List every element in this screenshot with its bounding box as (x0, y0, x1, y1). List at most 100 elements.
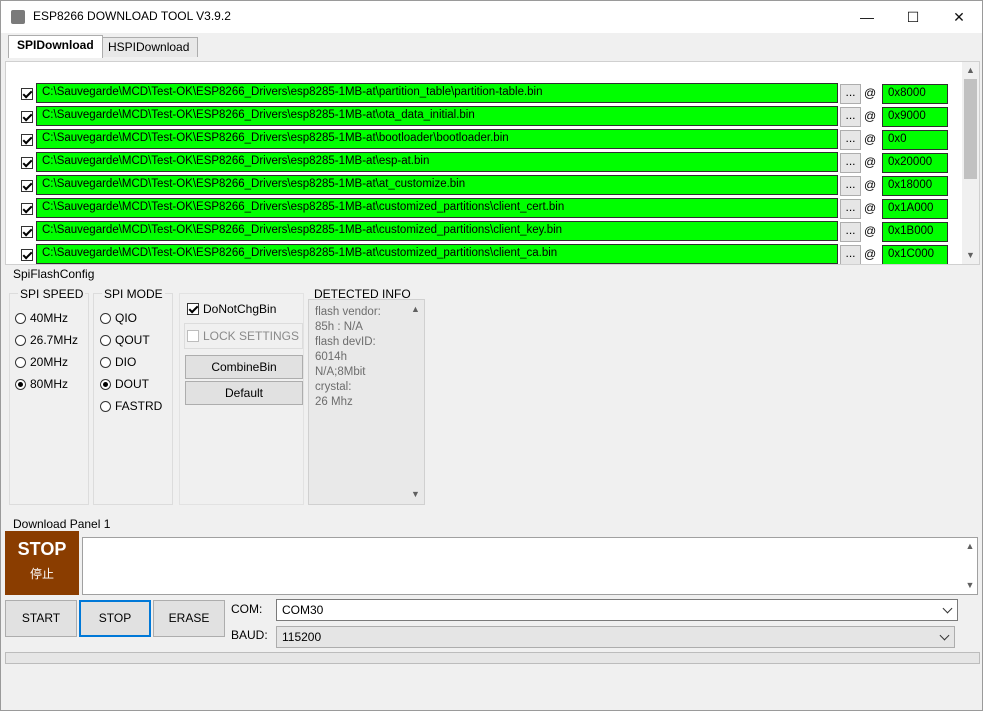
file-checkbox[interactable] (21, 249, 33, 261)
file-checkbox[interactable] (21, 157, 33, 169)
mode-dout-radio[interactable]: DOUT (100, 377, 149, 391)
mode-qout-radio[interactable]: QOUT (100, 333, 150, 347)
mode-dio-radio[interactable]: DIO (100, 355, 136, 369)
speed-20mhz-radio[interactable]: 20MHz (15, 355, 68, 369)
file-path-input[interactable]: C:\Sauvegarde\MCD\Test-OK\ESP8266_Driver… (36, 152, 838, 172)
address-input[interactable]: 0x8000 (882, 84, 948, 104)
at-label: @ (864, 247, 877, 261)
status-sub-text: 停止 (29, 567, 54, 581)
file-list-scrollbar[interactable]: ▲ ▼ (962, 62, 979, 264)
baud-value: 115200 (282, 630, 322, 644)
file-list-panel: C:\Sauvegarde\MCD\Test-OK\ESP8266_Driver… (5, 61, 980, 265)
spi-mode-title: SPI MODE (102, 287, 165, 301)
browse-button[interactable]: ... (840, 130, 861, 150)
address-input[interactable]: 0x1B000 (882, 222, 948, 242)
browse-button[interactable]: ... (840, 199, 861, 219)
start-button[interactable]: START (5, 600, 77, 637)
file-checkbox[interactable] (21, 226, 33, 238)
spiflashconfig-label: SpiFlashConfig (13, 267, 95, 281)
address-input[interactable]: 0x20000 (882, 153, 948, 173)
stop-button[interactable]: STOP (79, 600, 151, 637)
browse-button[interactable]: ... (840, 222, 861, 242)
detected-line: 6014h (315, 351, 347, 363)
donotchgbin-checkbox[interactable]: DoNotChgBin (187, 302, 276, 316)
chevron-down-icon (939, 630, 950, 641)
maximize-icon: ☐ (906, 8, 920, 25)
file-row: C:\Sauvegarde\MCD\Test-OK\ESP8266_Driver… (6, 220, 966, 243)
detected-line: 26 Mhz (315, 396, 353, 408)
at-label: @ (864, 224, 877, 238)
browse-button[interactable]: ... (840, 153, 861, 173)
file-path-input[interactable]: C:\Sauvegarde\MCD\Test-OK\ESP8266_Driver… (36, 244, 838, 264)
progress-bar (5, 652, 980, 664)
file-row: C:\Sauvegarde\MCD\Test-OK\ESP8266_Driver… (6, 151, 966, 174)
log-output[interactable]: ▲ ▼ (82, 537, 978, 595)
address-input[interactable]: 0x1C000 (882, 245, 948, 264)
app-icon (11, 10, 25, 24)
chevron-down-icon (942, 603, 953, 614)
at-label: @ (864, 132, 877, 146)
com-select[interactable]: COM30 (276, 599, 958, 621)
maximize-button[interactable]: ☐ (890, 1, 936, 33)
file-checkbox[interactable] (21, 203, 33, 215)
status-badge: STOP 停止 (5, 531, 79, 595)
at-label: @ (864, 86, 877, 100)
browse-button[interactable]: ... (840, 84, 861, 104)
scroll-down-icon[interactable]: ▼ (962, 247, 979, 264)
file-path-input[interactable]: C:\Sauvegarde\MCD\Test-OK\ESP8266_Driver… (36, 198, 838, 218)
scroll-thumb[interactable] (964, 79, 977, 179)
default-button[interactable]: Default (185, 381, 303, 405)
file-path-input[interactable]: C:\Sauvegarde\MCD\Test-OK\ESP8266_Driver… (36, 106, 838, 126)
speed-80mhz-radio[interactable]: 80MHz (15, 377, 68, 391)
baud-label: BAUD: (231, 628, 268, 642)
file-row: C:\Sauvegarde\MCD\Test-OK\ESP8266_Driver… (6, 197, 966, 220)
scroll-up-icon[interactable]: ▲ (963, 538, 977, 555)
detected-line: flash devID: (315, 336, 376, 348)
erase-button[interactable]: ERASE (153, 600, 225, 637)
speed-40mhz-radio[interactable]: 40MHz (15, 311, 68, 325)
close-button[interactable]: ✕ (936, 1, 982, 33)
scroll-up-icon[interactable]: ▲ (408, 301, 423, 318)
address-input[interactable]: 0x1A000 (882, 199, 948, 219)
scroll-down-icon[interactable]: ▼ (408, 486, 423, 503)
scroll-down-icon[interactable]: ▼ (963, 577, 977, 594)
download-panel-label: Download Panel 1 (13, 517, 111, 531)
browse-button[interactable]: ... (840, 176, 861, 196)
baud-select[interactable]: 115200 (276, 626, 955, 648)
com-label: COM: (231, 602, 263, 616)
file-path-input[interactable]: C:\Sauvegarde\MCD\Test-OK\ESP8266_Driver… (36, 129, 838, 149)
status-main-text: STOP (17, 539, 67, 559)
detected-line: N/A;8Mbit (315, 366, 366, 378)
file-checkbox[interactable] (21, 180, 33, 192)
file-checkbox[interactable] (21, 88, 33, 100)
file-row: C:\Sauvegarde\MCD\Test-OK\ESP8266_Driver… (6, 128, 966, 151)
detected-line: flash vendor: (315, 306, 381, 318)
speed-26-7mhz-radio[interactable]: 26.7MHz (15, 333, 78, 347)
lock-settings-checkbox[interactable]: LOCK SETTINGS (184, 323, 303, 349)
tab-hspidownload[interactable]: HSPIDownload (99, 37, 199, 57)
file-path-input[interactable]: C:\Sauvegarde\MCD\Test-OK\ESP8266_Driver… (36, 175, 838, 195)
browse-button[interactable]: ... (840, 107, 861, 127)
file-path-input[interactable]: C:\Sauvegarde\MCD\Test-OK\ESP8266_Driver… (36, 83, 838, 103)
file-checkbox[interactable] (21, 134, 33, 146)
address-input[interactable]: 0x0 (882, 130, 948, 150)
combinebin-button[interactable]: CombineBin (185, 355, 303, 379)
at-label: @ (864, 201, 877, 215)
close-icon: ✕ (953, 8, 965, 25)
tab-spidownload[interactable]: SPIDownload (8, 35, 103, 58)
mode-fastrd-radio[interactable]: FASTRD (100, 399, 162, 413)
address-input[interactable]: 0x18000 (882, 176, 948, 196)
scroll-up-icon[interactable]: ▲ (962, 62, 979, 79)
window-title: ESP8266 DOWNLOAD TOOL V3.9.2 (33, 9, 231, 23)
browse-button[interactable]: ... (840, 245, 861, 264)
at-label: @ (864, 155, 877, 169)
file-path-input[interactable]: C:\Sauvegarde\MCD\Test-OK\ESP8266_Driver… (36, 221, 838, 241)
address-input[interactable]: 0x9000 (882, 107, 948, 127)
file-checkbox[interactable] (21, 111, 33, 123)
detected-scrollbar[interactable]: ▲ ▼ (408, 301, 423, 503)
tab-bar: SPIDownload HSPIDownload (1, 33, 982, 58)
mode-qio-radio[interactable]: QIO (100, 311, 137, 325)
minimize-button[interactable]: — (844, 1, 890, 33)
at-label: @ (864, 109, 877, 123)
detected-line: crystal: (315, 381, 352, 393)
